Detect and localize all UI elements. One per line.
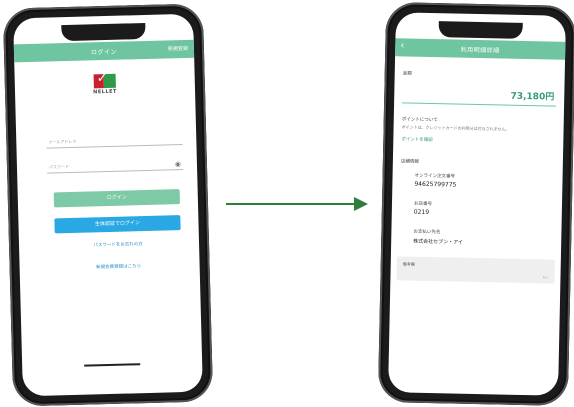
company-label: お支払い先名 (413, 229, 441, 236)
code-value: 0219 (413, 208, 430, 216)
login-button[interactable]: ログイン (53, 189, 181, 208)
login-phone: ログイン 新規登録 ✓ NELLET メールアドレス パスワード ◉ ログイン … (2, 3, 214, 407)
nellet-logo: ✓ NELLET (90, 71, 121, 96)
forgot-password-link[interactable]: パスワードをお忘れの方 (55, 240, 181, 249)
password-field[interactable]: パスワード ◉ (46, 155, 184, 174)
code-label: お店番号 (413, 201, 433, 208)
detail-screen: ‹ 利用明細詳細 金額 73,180円 ポイントについて ポイントは、クレジット… (388, 12, 566, 396)
home-indicator (84, 363, 141, 367)
register-link[interactable]: 新規会員登録はこちら (56, 262, 182, 271)
store-heading: 店舗情報 (400, 159, 419, 165)
login-screen: ログイン 新規登録 ✓ NELLET メールアドレス パスワード ◉ ログイン … (13, 13, 203, 397)
email-placeholder: メールアドレス (48, 138, 77, 145)
note-card-title: 備考欄 (402, 261, 415, 267)
detail-title: 利用明細詳細 (460, 46, 500, 55)
points-note: ポイントは、クレジットカードの利用分は付与されません。 (401, 124, 510, 132)
password-placeholder: パスワード (48, 164, 70, 170)
biometric-login-button[interactable]: 生体認証でログイン (54, 215, 181, 234)
note-card-sub: なし (542, 275, 549, 280)
detail-phone: ‹ 利用明細詳細 金額 73,180円 ポイントについて ポイントは、クレジット… (377, 2, 574, 406)
amount-divider (402, 102, 557, 107)
points-heading: ポイントについて (401, 117, 438, 124)
points-link[interactable]: ポイントを確認 (401, 136, 433, 143)
phone-notch (61, 22, 146, 42)
company-value: 株式会社セブン・アイ (413, 238, 464, 246)
arrow-right-icon (226, 197, 368, 211)
store-number-value: 94625799775 (414, 180, 457, 189)
phone-notch (438, 21, 523, 39)
amount-value: 73,180円 (510, 91, 555, 103)
logo-text: NELLET (93, 88, 118, 96)
note-card: 備考欄 なし (396, 256, 555, 284)
logo-mark: ✓ (93, 71, 116, 89)
email-field[interactable]: メールアドレス (46, 130, 183, 149)
amount-label: 金額 (402, 71, 412, 77)
register-header-link[interactable]: 新規登録 (168, 45, 188, 53)
eye-icon[interactable]: ◉ (175, 160, 181, 168)
detail-header: ‹ 利用明細詳細 (395, 38, 566, 60)
store-number-label: オンライン注文番号 (414, 173, 456, 180)
login-header: ログイン 新規登録 (13, 39, 195, 63)
